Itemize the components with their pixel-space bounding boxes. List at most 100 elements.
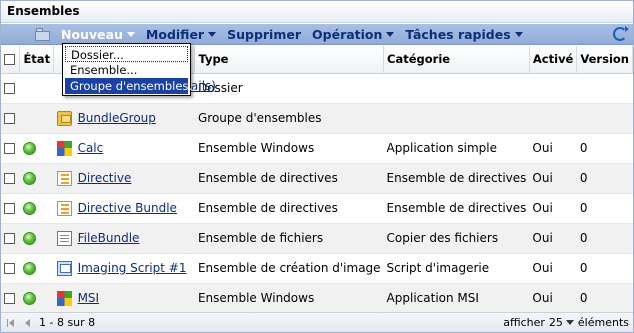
table-row: FileBundle Ensemble de fichiers Copier d… [1,223,633,254]
category-cell [383,103,530,134]
name-cell: Imaging Script #1 [53,253,195,284]
bundle-name-link[interactable]: Imaging Script #1 [78,261,187,275]
version-cell: 0 [576,163,633,194]
delete-label: Supprimer [227,26,302,42]
status-cell [19,163,54,194]
folder-up-icon[interactable] [35,27,53,41]
row-checkbox[interactable] [4,293,15,304]
type-cell: Ensemble de fichiers [194,223,384,254]
category-cell [383,73,530,104]
row-checkbox[interactable] [4,173,15,184]
row-checkbox[interactable] [4,113,15,124]
category-cell: Ensemble de directives [383,193,530,224]
quick-tasks-menu-button[interactable]: Tâches rapides [405,26,523,42]
category-cell: Application simple [383,133,530,164]
name-cell: Directive Bundle [53,193,195,224]
items-label: éléments [577,316,629,329]
active-cell: Oui [529,133,577,164]
chevron-down-icon [126,32,135,37]
row-checkbox[interactable] [4,83,15,94]
bundle-name-link[interactable]: BundleGroup [78,111,156,125]
status-cell [19,103,54,134]
windows-bundle-icon [56,140,72,156]
name-cell: MSI [53,283,195,314]
status-ok-icon [22,172,36,185]
type-cell: Ensemble de directives [194,163,384,194]
version-cell: 0 [576,193,633,224]
edit-menu-button[interactable]: Modifier [146,27,217,42]
windows-bundle-icon [56,290,72,306]
table-row: MSI Ensemble Windows Application MSI Oui… [1,283,633,314]
name-cell: Directive [53,163,195,194]
imaging-bundle-icon [56,260,72,276]
active-cell: Oui [529,283,577,314]
new-menu-button[interactable]: Nouveau [61,27,135,42]
state-header[interactable]: État [19,46,55,74]
status-cell [19,253,54,284]
chevron-down-icon [514,32,523,37]
version-header[interactable]: Version [576,46,633,74]
active-header[interactable]: Activé [529,46,578,74]
select-all-checkbox[interactable] [4,54,15,66]
type-cell: Dossier [194,73,384,104]
delete-button[interactable]: Supprimer [227,27,301,42]
bundle-name-link[interactable]: Directive Bundle [78,201,177,215]
pagination-range: 1 - 8 sur 8 [39,316,96,329]
chevron-down-icon [208,32,217,37]
table-row: Calc Ensemble Windows Application simple… [1,133,633,164]
status-cell [19,133,54,164]
version-cell: 0 [576,253,633,284]
status-ok-icon [22,202,36,215]
row-checkbox[interactable] [4,233,15,244]
status-ok-icon [22,262,36,275]
category-cell: Script d'imagerie [383,253,530,284]
table-row: Directive Bundle Ensemble de directives … [1,193,633,224]
prev-page-icon[interactable] [23,317,33,329]
type-cell: Ensemble de directives [194,193,384,224]
table-row: Imaging Script #1 Ensemble de création d… [1,253,633,284]
active-cell [529,103,577,134]
menu-item-bundle[interactable]: Ensemble... [65,62,188,78]
version-cell: 0 [576,133,633,164]
category-cell: Ensemble de directives [383,163,530,194]
row-checkbox[interactable] [4,263,15,274]
version-cell [576,73,633,104]
quick-tasks-menu-label: Tâches rapides [405,26,511,42]
operation-menu-button[interactable]: Opération [312,26,395,42]
name-cell: FileBundle [53,223,195,254]
file-bundle-icon [56,230,72,246]
new-menu-label: Nouveau [61,26,123,42]
page-size-select[interactable]: 25 [549,316,574,329]
refresh-icon[interactable] [613,26,629,41]
status-ok-icon [22,232,36,245]
bundle-name-link[interactable]: Calc [78,141,104,155]
show-label: afficher [503,316,545,329]
menu-item-folder[interactable]: Dossier... [65,46,188,62]
status-cell [19,223,54,254]
table-row: BundleGroup Groupe d'ensembles [1,103,633,134]
first-page-icon[interactable] [7,317,17,329]
panel-title: Ensembles [1,1,633,23]
row-checkbox[interactable] [4,143,15,154]
bundle-name-link[interactable]: FileBundle [78,231,140,245]
row-checkbox[interactable] [4,203,15,214]
bundle-name-link[interactable]: Directive [78,171,132,185]
bundles-panel: Ensembles Nouveau Modifier Supprimer Opé… [0,0,634,333]
menu-item-bundle-group[interactable]: Groupe d'ensembles... [65,78,199,94]
table-row: Directive Ensemble de directives Ensembl… [1,163,633,194]
bundlegroup-icon [56,110,72,126]
chevron-down-icon [565,320,574,325]
version-cell: 0 [576,223,633,254]
type-cell: Ensemble Windows [194,133,384,164]
status-cell [19,283,54,314]
operation-menu-label: Opération [312,26,383,42]
name-cell: Calc [53,133,195,164]
toolbar: Nouveau Modifier Supprimer Opération Tâc… [1,24,633,45]
type-cell: Ensemble Windows [194,283,384,314]
status-cell [19,73,54,104]
type-header[interactable]: Type [194,46,385,74]
status-cell [19,193,54,224]
category-header[interactable]: Catégorie [383,46,530,74]
bundle-name-link[interactable]: MSI [78,291,100,305]
pagination-bar: 1 - 8 sur 8 afficher 25 éléments [1,312,633,332]
